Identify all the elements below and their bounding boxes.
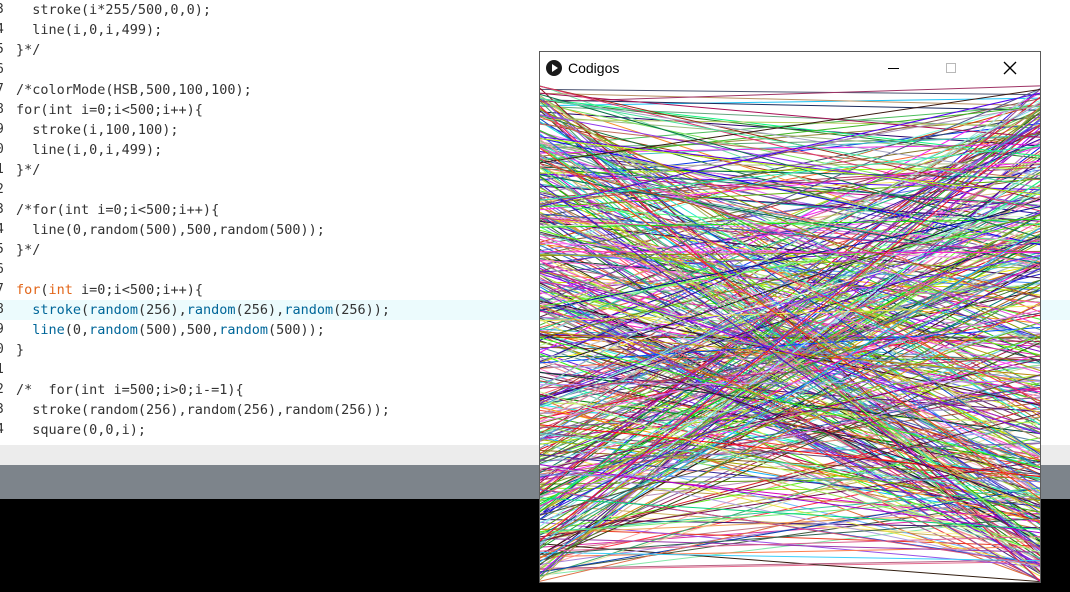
code-text: line(0,random(500),500,random(500)); (16, 320, 325, 340)
line-number: 1 (0, 360, 6, 380)
code-token: ( (40, 282, 49, 298)
code-line[interactable]: 3 stroke(i*255/500,0,0); (0, 0, 1070, 20)
sketch-canvas[interactable] (540, 84, 1040, 582)
code-text: }*/ (16, 160, 40, 180)
line-number: 5 (0, 240, 6, 260)
minimize-icon (887, 67, 899, 69)
code-token: }*/ (16, 162, 41, 178)
code-text: line(i,0,i,499); (16, 140, 162, 160)
code-token: random (89, 302, 138, 318)
line-number: 5 (0, 40, 6, 60)
code-token: line(i,0,i,499); (16, 22, 163, 38)
code-text: } (16, 340, 24, 360)
code-token: } (16, 342, 25, 358)
line-number: 8 (0, 100, 6, 120)
line-number: 8 (0, 300, 6, 320)
line-number: 2 (0, 180, 6, 200)
code-token: (0, (64, 322, 90, 338)
code-token: stroke(random(256),random(256),random(25… (16, 402, 390, 418)
code-text: stroke(random(256),random(256),random(25… (16, 300, 390, 320)
line-number: 1 (0, 160, 6, 180)
code-text: stroke(random(256),random(256),random(25… (16, 400, 390, 420)
sketch-window: Codigos (539, 51, 1041, 583)
code-text: for(int i=0;i<500;i++){ (16, 100, 203, 120)
code-token: }*/ (16, 42, 41, 58)
code-token: int (48, 282, 73, 298)
close-icon (1003, 61, 1017, 75)
code-text: line(0,random(500),500,random(500)); (16, 220, 325, 240)
code-token: stroke (32, 302, 82, 318)
code-token: /*for(int i=0;i<500;i++){ (16, 202, 220, 218)
code-text: for(int i=0;i<500;i++){ (16, 280, 203, 300)
code-token: line (32, 322, 65, 338)
code-token: }*/ (16, 242, 41, 258)
code-token: (500),500, (137, 322, 220, 338)
line-number: 6 (0, 260, 6, 280)
code-token: (256), (235, 302, 285, 318)
line-number: 7 (0, 280, 6, 300)
code-token: random (186, 302, 236, 318)
window-titlebar[interactable]: Codigos (540, 52, 1040, 84)
code-token: ( (81, 302, 90, 318)
code-token: line(0,random(500),500,random(500)); (16, 222, 325, 238)
code-text: /*for(int i=0;i<500;i++){ (16, 200, 219, 220)
code-text: /* for(int i=500;i>0;i-=1){ (16, 380, 244, 400)
code-token: (256)); (333, 302, 390, 318)
code-token: random (284, 302, 334, 318)
code-token: for (16, 282, 41, 298)
processing-play-icon (546, 60, 562, 76)
code-token: /* for(int i=500;i>0;i-=1){ (16, 382, 244, 398)
code-token: (256), (137, 302, 187, 318)
code-token: (500)); (268, 322, 325, 338)
line-number: 6 (0, 60, 6, 80)
code-token: /*colorMode(HSB,500,100,100); (16, 82, 252, 98)
code-text: }*/ (16, 240, 40, 260)
line-number: 7 (0, 80, 6, 100)
line-number: 3 (0, 0, 6, 20)
line-number: 0 (0, 140, 6, 160)
minimize-button[interactable] (870, 52, 916, 84)
close-button[interactable] (987, 52, 1033, 84)
code-text: line(i,0,i,499); (16, 20, 162, 40)
code-token: square(0,0,i); (16, 422, 147, 438)
maximize-icon (946, 63, 956, 73)
line-number: 4 (0, 220, 6, 240)
code-token: random (219, 322, 269, 338)
line-number: 9 (0, 320, 6, 340)
maximize-button[interactable] (928, 52, 974, 84)
code-text: square(0,0,i); (16, 420, 146, 440)
window-title: Codigos (568, 60, 620, 76)
line-number: 0 (0, 340, 6, 360)
line-number: 4 (0, 420, 6, 440)
code-token: i=0;i<500;i++){ (72, 282, 203, 298)
code-token: stroke(i,100,100); (16, 122, 179, 138)
line-number: 9 (0, 120, 6, 140)
code-token: line(i,0,i,499); (16, 142, 163, 158)
code-token: stroke(i*255/500,0,0); (16, 2, 212, 18)
line-number: 4 (0, 20, 6, 40)
random-lines-drawing (540, 85, 1040, 582)
code-text: }*/ (16, 40, 40, 60)
code-text: /*colorMode(HSB,500,100,100); (16, 80, 252, 100)
line-number: 3 (0, 200, 6, 220)
code-text: stroke(i,100,100); (16, 120, 179, 140)
code-token: for(int i=0;i<500;i++){ (16, 102, 203, 118)
line-number: 2 (0, 380, 6, 400)
code-line[interactable]: 4 line(i,0,i,499); (0, 20, 1070, 40)
line-number: 3 (0, 400, 6, 420)
code-token: random (89, 322, 138, 338)
code-text: stroke(i*255/500,0,0); (16, 0, 211, 20)
